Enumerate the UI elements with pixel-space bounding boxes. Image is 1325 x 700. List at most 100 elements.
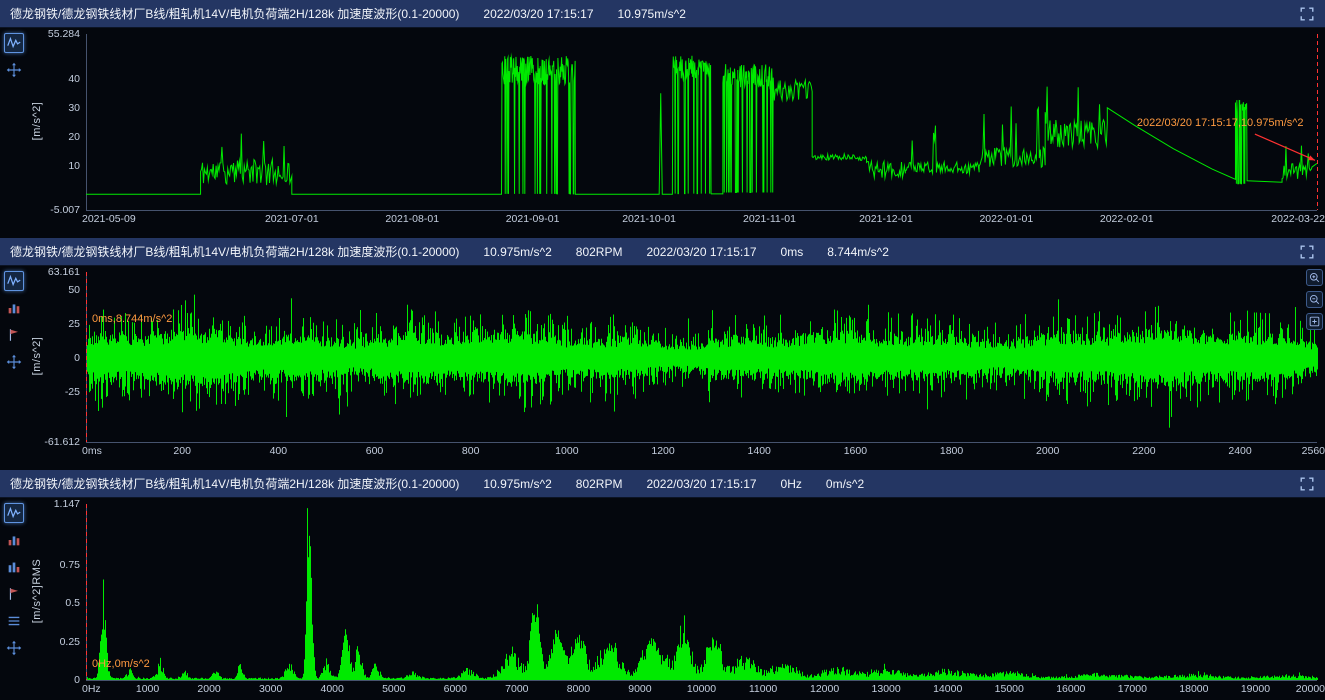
trend-chart-canvas[interactable]	[28, 28, 1325, 230]
spectrum-chart-area: [m/s^2]RMS 0Hz,0m/s^2 0Hz100020003000400…	[28, 498, 1325, 700]
x-tick-label: 10000	[687, 683, 716, 695]
waveform-chart-canvas[interactable]	[28, 266, 1325, 462]
x-tick-label: 600	[366, 445, 384, 457]
waveform-icon[interactable]	[4, 33, 24, 53]
x-tick-label: 5000	[382, 683, 405, 695]
spectrum-panel-header: 德龙钢铁/德龙钢铁线材厂B线/粗轧机14V/电机负荷端2H/128k 加速度波形…	[0, 470, 1325, 498]
spectrum-toolbar	[0, 498, 28, 700]
y-tick-label: 0	[28, 352, 80, 364]
panel-divider	[0, 462, 1325, 470]
flag-icon[interactable]	[4, 325, 24, 345]
x-tick-label: 8000	[567, 683, 590, 695]
spectrum-cursor-annotation: 0Hz,0m/s^2	[92, 658, 150, 670]
x-tick-label: 2000	[197, 683, 220, 695]
move-icon[interactable]	[4, 638, 24, 658]
trend-toolbar	[0, 28, 28, 230]
x-tick-label: 16000	[1056, 683, 1085, 695]
spectrum-chart-canvas[interactable]	[28, 498, 1325, 700]
x-tick-label: 2021-08-01	[385, 213, 439, 225]
waveform-chart-area: [m/s^2] 0ms,8.744m/s^2 0ms20040060080010…	[28, 266, 1325, 462]
fullscreen-icon[interactable]	[1297, 474, 1317, 494]
x-tick-label: 14000	[933, 683, 962, 695]
x-tick-label: 19000	[1241, 683, 1270, 695]
x-tick-label: 1800	[940, 445, 963, 457]
waveform-toolbar	[0, 266, 28, 462]
x-tick-label: 2400	[1228, 445, 1251, 457]
x-tick-label: 800	[462, 445, 480, 457]
flag-icon[interactable]	[4, 584, 24, 604]
x-tick-label: 400	[270, 445, 288, 457]
y-tick-label: 25	[28, 318, 80, 330]
x-tick-label: 11000	[749, 683, 777, 695]
list-icon[interactable]	[4, 611, 24, 631]
waveform-panel-title: 德龙钢铁/德龙钢铁线材厂B线/粗轧机14V/电机负荷端2H/128k 加速度波形…	[10, 243, 889, 260]
x-tick-label: 13000	[872, 683, 901, 695]
x-tick-label: 200	[173, 445, 191, 457]
y-tick-label: 0.5	[28, 597, 80, 609]
x-tick-label: 20000	[1296, 683, 1325, 695]
x-tick-label: 17000	[1118, 683, 1147, 695]
trend-panel-header: 德龙钢铁/德龙钢铁线材厂B线/粗轧机14V/电机负荷端2H/128k 加速度波形…	[0, 0, 1325, 28]
trend-chart-area: [m/s^2] 2022/03/20 17:15:17,10.975m/s^2 …	[28, 28, 1325, 230]
x-tick-label: 2021-05-09	[82, 213, 136, 225]
x-tick-label: 2000	[1036, 445, 1059, 457]
y-tick-label: 55.284	[28, 28, 80, 40]
zoom-reset-icon[interactable]	[1306, 313, 1323, 330]
x-tick-label: 1400	[748, 445, 771, 457]
move-icon[interactable]	[4, 60, 24, 80]
y-tick-label: 10	[28, 160, 80, 172]
waveform-zoom-tools	[1306, 269, 1323, 330]
spectrum-panel-body: [m/s^2]RMS 0Hz,0m/s^2 0Hz100020003000400…	[0, 498, 1325, 700]
x-tick-label: 2021-10-01	[622, 213, 676, 225]
histogram-icon[interactable]	[4, 298, 24, 318]
waveform-cursor-annotation: 0ms,8.744m/s^2	[92, 313, 172, 325]
y-tick-label: 0.75	[28, 559, 80, 571]
y-tick-label: 0.25	[28, 636, 80, 648]
panel-divider	[0, 230, 1325, 238]
histogram-icon[interactable]	[4, 530, 24, 550]
y-tick-label: 50	[28, 284, 80, 296]
spectrum-panel-title: 德龙钢铁/德龙钢铁线材厂B线/粗轧机14V/电机负荷端2H/128k 加速度波形…	[10, 475, 864, 492]
trend-panel: 德龙钢铁/德龙钢铁线材厂B线/粗轧机14V/电机负荷端2H/128k 加速度波形…	[0, 0, 1325, 230]
fullscreen-icon[interactable]	[1297, 4, 1317, 24]
waveform-icon[interactable]	[4, 271, 24, 291]
waveform-icon[interactable]	[4, 503, 24, 523]
trend-cursor-annotation: 2022/03/20 17:15:17,10.975m/s^2	[1137, 117, 1304, 129]
fullscreen-icon[interactable]	[1297, 242, 1317, 262]
x-tick-label: 0Hz	[82, 683, 101, 695]
x-tick-label: 2021-09-01	[506, 213, 560, 225]
y-tick-label: -25	[28, 386, 80, 398]
y-tick-label: 1.147	[28, 498, 80, 510]
x-tick-label: 2022-03-22	[1271, 213, 1325, 225]
x-tick-label: 1600	[844, 445, 867, 457]
x-tick-label: 9000	[628, 683, 651, 695]
waveform-panel-header: 德龙钢铁/德龙钢铁线材厂B线/粗轧机14V/电机负荷端2H/128k 加速度波形…	[0, 238, 1325, 266]
y-tick-label: 40	[28, 73, 80, 85]
x-tick-label: 2021-07-01	[265, 213, 319, 225]
y-tick-label: -61.612	[28, 436, 80, 448]
x-tick-label: 15000	[995, 683, 1024, 695]
y-tick-label: 20	[28, 131, 80, 143]
x-tick-label: 2021-12-01	[859, 213, 913, 225]
y-tick-label: 30	[28, 102, 80, 114]
x-tick-label: 0ms	[82, 445, 102, 457]
x-tick-label: 2200	[1132, 445, 1155, 457]
waveform-panel: 德龙钢铁/德龙钢铁线材厂B线/粗轧机14V/电机负荷端2H/128k 加速度波形…	[0, 238, 1325, 462]
y-tick-label: -5.007	[28, 204, 80, 216]
x-tick-label: 3000	[259, 683, 282, 695]
x-tick-label: 2022-02-01	[1100, 213, 1154, 225]
y-tick-label: 63.161	[28, 266, 80, 278]
y-tick-label: 0	[28, 674, 80, 686]
waveform-panel-body: [m/s^2] 0ms,8.744m/s^2 0ms20040060080010…	[0, 266, 1325, 462]
x-tick-label: 2560	[1302, 445, 1325, 457]
spectrum-panel: 德龙钢铁/德龙钢铁线材厂B线/粗轧机14V/电机负荷端2H/128k 加速度波形…	[0, 470, 1325, 700]
zoom-in-icon[interactable]	[1306, 269, 1323, 286]
x-tick-label: 7000	[505, 683, 528, 695]
x-tick-label: 2022-01-01	[979, 213, 1033, 225]
move-icon[interactable]	[4, 352, 24, 372]
x-tick-label: 12000	[810, 683, 839, 695]
vibration-monitor-app: 德龙钢铁/德龙钢铁线材厂B线/粗轧机14V/电机负荷端2H/128k 加速度波形…	[0, 0, 1325, 700]
bars-icon[interactable]	[4, 557, 24, 577]
zoom-out-icon[interactable]	[1306, 291, 1323, 308]
trend-panel-body: [m/s^2] 2022/03/20 17:15:17,10.975m/s^2 …	[0, 28, 1325, 230]
